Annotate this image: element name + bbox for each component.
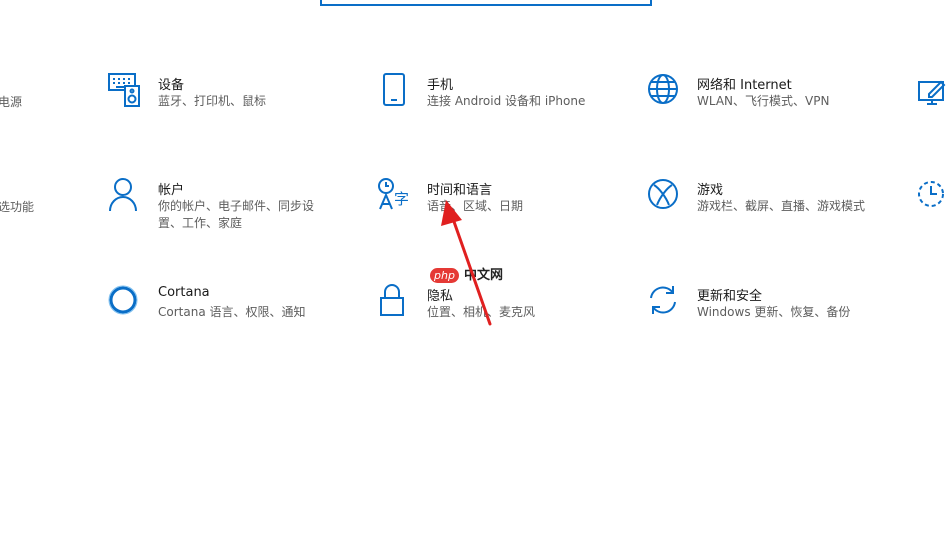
tile-title: 时间和语言 [427, 183, 493, 198]
svg-text:字: 字 [394, 190, 409, 208]
tile-title: Cortana [158, 285, 210, 300]
tile-desc: 语音、区域、日期 [427, 199, 524, 213]
display-pen-icon[interactable] [917, 76, 949, 112]
tile-title: 手机 [427, 78, 454, 93]
person-icon [108, 177, 144, 213]
tile-desc: Cortana 语言、权限、通知 [158, 305, 306, 319]
tile-desc: 连接 Android 设备和 iPhone [427, 94, 586, 108]
globe-icon [647, 72, 683, 108]
tile-desc: 位置、相机、麦克风 [427, 305, 536, 319]
refresh-icon [647, 283, 683, 319]
keyboard-speaker-icon [108, 72, 144, 108]
php-watermark: php 中文网 [430, 264, 503, 283]
left-partial-desc-power: 电源 [0, 95, 23, 109]
tile-title: 游戏 [697, 183, 724, 198]
tile-desc: WLAN、飞行模式、VPN [697, 94, 830, 108]
xbox-icon [647, 177, 683, 213]
cortana-circle-icon [108, 283, 144, 319]
tile-title: 设备 [158, 78, 185, 93]
watermark-badge: php [430, 268, 459, 283]
tile-title: 网络和 Internet [697, 78, 792, 93]
tile-desc: 游戏栏、截屏、直播、游戏模式 [697, 199, 866, 213]
tile-desc: Windows 更新、恢复、备份 [697, 305, 851, 319]
lock-icon [377, 283, 413, 319]
watermark-text: 中文网 [464, 268, 504, 283]
time-language-icon: 字 [377, 177, 413, 213]
tile-desc: 你的帐户、电子邮件、同步设置、工作、家庭 [158, 199, 315, 230]
tile-title: 帐户 [158, 183, 185, 198]
left-partial-desc-features: 选功能 [0, 200, 35, 214]
tile-title: 更新和安全 [697, 289, 763, 304]
recovery-icon[interactable] [917, 178, 949, 214]
tile-title: 隐私 [427, 289, 454, 304]
search-box[interactable] [320, 0, 652, 6]
phone-icon [377, 72, 413, 108]
tile-desc: 蓝牙、打印机、鼠标 [158, 94, 267, 108]
